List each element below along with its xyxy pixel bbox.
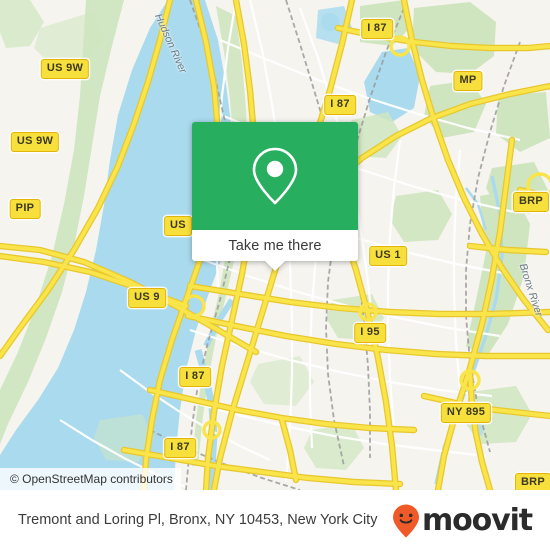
- popup-pointer-tip: [264, 260, 286, 271]
- attribution-text: © OpenStreetMap contributors: [10, 472, 173, 486]
- location-address: Tremont and Loring Pl, Bronx, NY 10453, …: [18, 512, 378, 529]
- road-shield-i-87-lower: I 87: [164, 438, 196, 458]
- road-shield-i-95: I 95: [354, 323, 386, 343]
- destination-popup-card[interactable]: Take me there: [192, 122, 358, 271]
- road-shield-us-1: US 1: [369, 246, 407, 266]
- road-shield-brp-upper: BRP: [512, 192, 550, 212]
- moovit-wordmark: moovit: [421, 502, 533, 538]
- road-shield-us-partial: US: [164, 216, 192, 236]
- road-shield-us-9w-north: US 9W: [40, 59, 90, 79]
- take-me-there-label: Take me there: [228, 237, 322, 254]
- map-canvas[interactable]: Hudson River Bronx River US 9W US 9W I 8…: [0, 0, 550, 490]
- popup-action-bar[interactable]: Take me there: [192, 230, 358, 271]
- map-pin-icon: [252, 147, 298, 205]
- road-shield-brp-lower: BRP: [514, 473, 550, 490]
- road-shield-i-87-mid: I 87: [179, 367, 211, 387]
- moovit-smiley-pin-icon: [392, 504, 419, 537]
- map-attribution[interactable]: © OpenStreetMap contributors: [0, 468, 181, 490]
- moovit-logo[interactable]: moovit: [391, 502, 533, 539]
- road-shield-i-87-upper: I 87: [324, 95, 356, 115]
- road-shield-i-87-north: I 87: [361, 19, 393, 39]
- footer-bar: Tremont and Loring Pl, Bronx, NY 10453, …: [0, 490, 550, 550]
- road-shield-pip: PIP: [9, 199, 41, 219]
- road-shield-mp: MP: [453, 71, 483, 91]
- popup-image-area: [192, 122, 358, 230]
- road-shield-ny-895: NY 895: [440, 403, 492, 423]
- road-shield-us-9: US 9: [128, 288, 166, 308]
- road-shield-us-9w-south: US 9W: [10, 132, 60, 152]
- moovit-map-screenshot: Hudson River Bronx River US 9W US 9W I 8…: [0, 0, 550, 550]
